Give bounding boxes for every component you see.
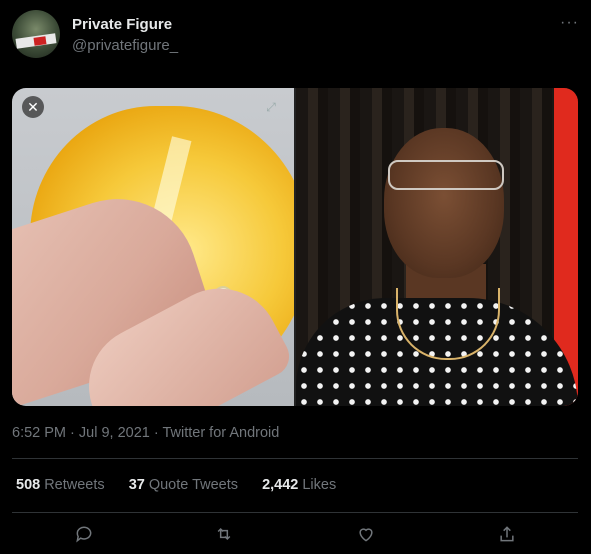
tweet-media[interactable]: ✕ ⤢ — [12, 88, 578, 406]
engagement-stats: 508 Retweets 37 Quote Tweets 2,442 Likes — [16, 477, 356, 493]
tweet-timestamp[interactable]: 6:52 PM · Jul 9, 2021 · Twitter for Andr… — [12, 425, 279, 441]
like-icon[interactable] — [356, 524, 380, 548]
retweets-stat[interactable]: 508 Retweets — [16, 477, 105, 493]
retweets-count: 508 — [16, 477, 41, 493]
likes-stat[interactable]: 2,442 Likes — [262, 477, 336, 493]
glasses — [388, 160, 504, 190]
close-icon[interactable]: ✕ — [22, 96, 44, 118]
avatar[interactable] — [12, 10, 60, 58]
tweet: Private Figure @privatefigure_ ··· ✕ ⤢ 6… — [0, 0, 591, 554]
divider — [12, 458, 578, 459]
quotes-count: 37 — [128, 477, 145, 493]
divider — [12, 512, 578, 513]
quote-tweets-stat[interactable]: 37 Quote Tweets — [129, 477, 238, 493]
retweet-icon[interactable] — [214, 524, 238, 548]
face-shape — [384, 128, 504, 278]
more-options-button[interactable]: ··· — [560, 14, 579, 32]
reply-icon[interactable] — [74, 524, 98, 548]
likes-count: 2,442 — [262, 477, 299, 493]
lemon-image[interactable]: ✕ ⤢ — [12, 88, 294, 406]
woman-reaction-image[interactable] — [296, 88, 578, 406]
share-icon[interactable] — [497, 524, 521, 548]
expand-icon[interactable]: ⤢ — [260, 96, 282, 118]
likes-label: Likes — [302, 477, 337, 493]
author-handle[interactable]: @privatefigure_ — [72, 37, 178, 54]
quotes-label: Quote Tweets — [148, 477, 239, 493]
action-bar — [0, 520, 591, 554]
author-display-name[interactable]: Private Figure — [72, 16, 172, 33]
avatar-stripe-accent — [33, 36, 47, 46]
retweets-label: Retweets — [44, 477, 105, 493]
